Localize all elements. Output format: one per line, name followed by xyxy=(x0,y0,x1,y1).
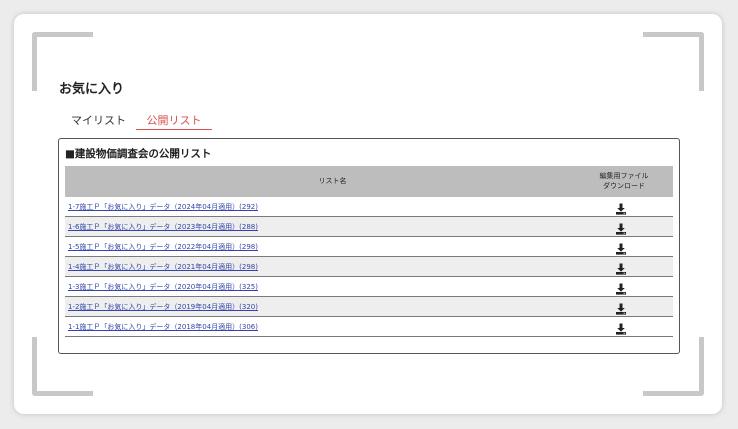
table-row: 1-1施工Ｐ「お気に入り」データ（2018年04月適用）(306) xyxy=(65,317,673,337)
panel-title: ■建設物価調査会の公開リスト xyxy=(65,148,212,160)
table-header: リスト名 編集用ファイル ダウンロード xyxy=(65,166,673,197)
favorites-card: お気に入り マイリスト 公開リスト ■建設物価調査会の公開リスト リスト名 編集… xyxy=(14,14,722,414)
tab-public-list[interactable]: 公開リスト xyxy=(136,112,212,130)
public-list-table: リスト名 編集用ファイル ダウンロード 1-7施工Ｐ「お気に入り」データ（202… xyxy=(65,166,673,337)
download-icon[interactable] xyxy=(615,240,627,255)
list-link[interactable]: 1-6施工Ｐ「お気に入り」データ（2023年04月適用）(288) xyxy=(68,222,258,232)
table-row: 1-6施工Ｐ「お気に入り」データ（2023年04月適用）(288) xyxy=(65,217,673,237)
table-row: 1-5施工Ｐ「お気に入り」データ（2022年04月適用）(298) xyxy=(65,237,673,257)
list-link[interactable]: 1-2施工Ｐ「お気に入り」データ（2019年04月適用）(320) xyxy=(68,302,258,312)
column-header-download-line2: ダウンロード xyxy=(603,182,645,190)
column-header-download-line1: 編集用ファイル xyxy=(599,172,649,180)
download-icon[interactable] xyxy=(615,300,627,315)
list-link[interactable]: 1-1施工Ｐ「お気に入り」データ（2018年04月適用）(306) xyxy=(68,322,258,332)
table-row: 1-2施工Ｐ「お気に入り」データ（2019年04月適用）(320) xyxy=(65,297,673,317)
list-link[interactable]: 1-7施工Ｐ「お気に入り」データ（2024年04月適用）(292) xyxy=(68,202,258,212)
download-icon[interactable] xyxy=(615,320,627,335)
table-row: 1-3施工Ｐ「お気に入り」データ（2020年04月適用）(325) xyxy=(65,277,673,297)
download-icon[interactable] xyxy=(615,200,627,215)
column-header-list-name: リスト名 xyxy=(318,177,347,185)
table-row: 1-4施工Ｐ「お気に入り」データ（2021年04月適用）(298) xyxy=(65,257,673,277)
list-link[interactable]: 1-5施工Ｐ「お気に入り」データ（2022年04月適用）(298) xyxy=(68,242,258,252)
download-icon[interactable] xyxy=(615,280,627,295)
list-link[interactable]: 1-3施工Ｐ「お気に入り」データ（2020年04月適用）(325) xyxy=(68,282,258,292)
table-body: 1-7施工Ｐ「お気に入り」データ（2024年04月適用）(292) 1-6施工Ｐ「… xyxy=(65,197,673,337)
column-header-download: 編集用ファイル ダウンロード xyxy=(575,171,673,191)
public-list-panel: ■建設物価調査会の公開リスト リスト名 編集用ファイル ダウンロード 1-7施工… xyxy=(58,138,680,354)
download-icon[interactable] xyxy=(615,260,627,275)
table-row: 1-7施工Ｐ「お気に入り」データ（2024年04月適用）(292) xyxy=(65,197,673,217)
page-title: お気に入り xyxy=(59,82,125,97)
tab-my-list[interactable]: マイリスト xyxy=(71,112,126,128)
list-link[interactable]: 1-4施工Ｐ「お気に入り」データ（2021年04月適用）(298) xyxy=(68,262,258,272)
corner-frame-top-right xyxy=(643,32,704,91)
download-icon[interactable] xyxy=(615,220,627,235)
